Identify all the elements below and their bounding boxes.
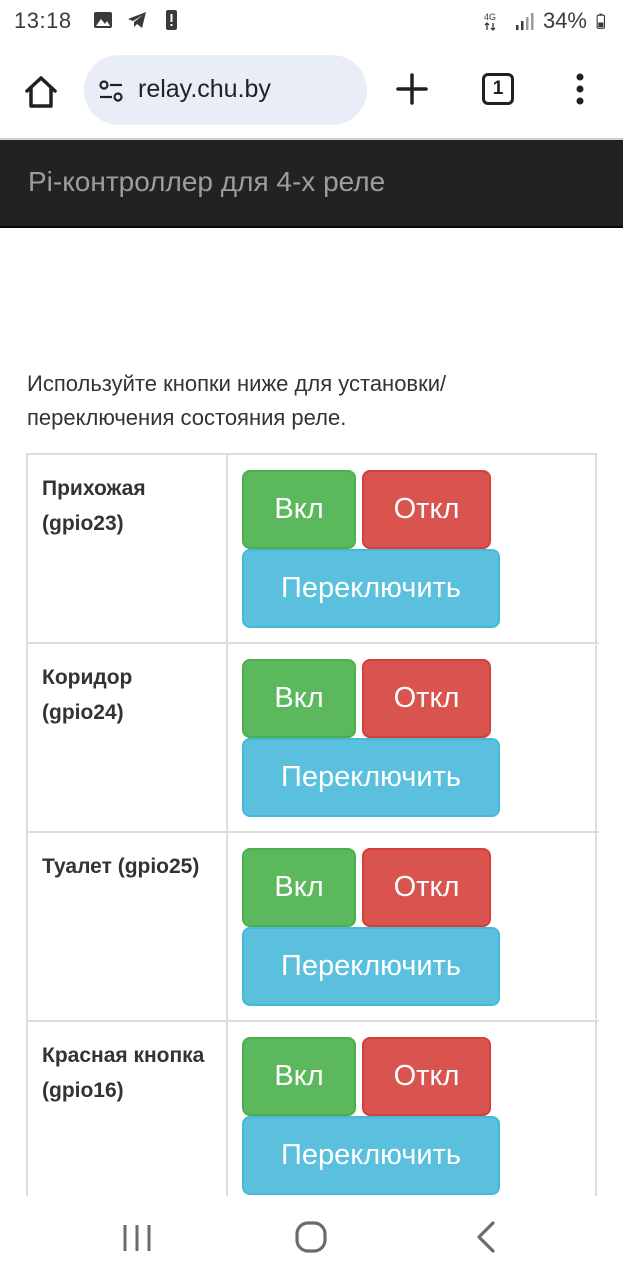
url-text[interactable]: relay.chu.by [138,75,271,104]
home-button-icon[interactable] [294,1220,328,1254]
status-bar: 13:18 4G 34% [0,0,623,44]
relay-name-cell: Прихожая (gpio23) [28,455,228,642]
table-row: Красная кнопка (gpio16) Вкл Откл Переклю… [28,1022,599,1211]
relay-table: Прихожая (gpio23) Вкл Откл Переключить К… [26,453,599,1213]
relay-on-button[interactable]: Вкл [242,1037,356,1116]
relay-on-button[interactable]: Вкл [242,659,356,738]
relay-buttons-cell: Вкл Откл Переключить [228,1022,599,1211]
relay-on-button[interactable]: Вкл [242,470,356,549]
network-4g-icon: 4G [484,12,496,31]
relay-name: Туалет (gpio25) [42,855,200,878]
back-icon[interactable] [474,1220,498,1254]
recent-apps-icon[interactable] [120,1222,154,1254]
table-row: Коридор (gpio24) Вкл Откл Переключить [28,644,599,833]
relay-name-cell: Красная кнопка (gpio16) [28,1022,228,1211]
site-settings-icon[interactable] [98,78,124,104]
relay-toggle-button[interactable]: Переключить [242,927,500,1006]
menu-icon[interactable] [570,71,590,107]
relay-toggle-button[interactable]: Переключить [242,738,500,817]
tabs-icon[interactable]: 1 [482,73,514,105]
svg-text:4G: 4G [484,12,496,22]
telegram-icon [128,12,146,28]
alert-icon [166,10,177,30]
relay-name: Красная кнопка (gpio16) [42,1044,205,1102]
gallery-icon [94,12,112,28]
address-bar[interactable]: relay.chu.by [84,55,367,125]
relay-buttons-cell: Вкл Откл Переключить [228,455,599,642]
relay-name: Коридор (gpio24) [42,666,133,724]
tab-count: 1 [492,78,504,99]
relay-toggle-button[interactable]: Переключить [242,1116,500,1195]
signal-icon [515,13,534,30]
notification-icons [92,9,182,31]
app-root: 13:18 4G 34% relay.chu.by 1 Pi-контролле… [0,0,623,1280]
system-navigation-bar [0,1196,623,1280]
table-row: Прихожая (gpio23) Вкл Откл Переключить [28,455,599,644]
relay-name: Прихожая (gpio23) [42,477,146,535]
relay-off-button[interactable]: Откл [362,848,491,927]
system-status-icons: 4G 34% [483,8,611,34]
relay-buttons-cell: Вкл Откл Переключить [228,644,599,831]
navbar-brand[interactable]: Pi-контроллер для 4-х реле [28,166,385,198]
browser-toolbar: relay.chu.by 1 [0,44,623,138]
home-icon[interactable] [22,73,60,111]
table-row: Туалет (gpio25) Вкл Откл Переключить [28,833,599,1022]
intro-text: Используйте кнопки ниже для установки/пе… [27,371,447,430]
new-tab-icon[interactable] [394,71,430,107]
relay-off-button[interactable]: Откл [362,659,491,738]
status-time: 13:18 [14,8,72,33]
page-navbar: Pi-контроллер для 4-х реле [0,138,623,228]
battery-icon [596,13,605,29]
relay-name-cell: Коридор (gpio24) [28,644,228,831]
relay-off-button[interactable]: Откл [362,1037,491,1116]
battery-percent: 34% [542,8,587,33]
relay-buttons-cell: Вкл Откл Переключить [228,833,599,1020]
relay-toggle-button[interactable]: Переключить [242,549,500,628]
relay-name-cell: Туалет (gpio25) [28,833,228,1020]
relay-off-button[interactable]: Откл [362,470,491,549]
relay-on-button[interactable]: Вкл [242,848,356,927]
